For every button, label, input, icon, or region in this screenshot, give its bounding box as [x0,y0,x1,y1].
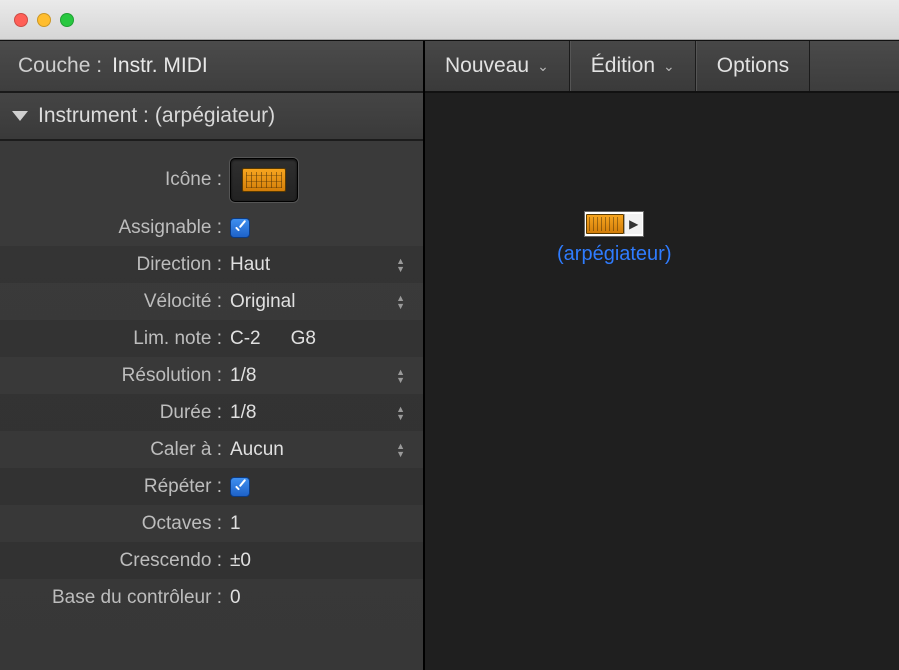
stepper-icon[interactable] [396,258,405,272]
velocity-value: Original [230,291,295,313]
inspector-header[interactable]: Couche : Instr. MIDI [0,41,423,93]
crescendo-field[interactable]: ±0 [230,550,413,572]
param-row-ctrl-base: Base du contrôleur : 0 [0,579,423,616]
environment-canvas[interactable]: ▶ (arpégiateur) [425,93,899,670]
crescendo-value: ±0 [230,550,251,572]
param-row-crescendo: Crescendo : ±0 [0,542,423,579]
arpeggiator-object[interactable]: ▶ (arpégiateur) [557,211,672,266]
ctrl-base-value: 0 [230,587,241,609]
layer-value: Instr. MIDI [112,54,208,78]
param-label-repeat: Répéter : [0,476,230,498]
icon-picker[interactable] [230,158,298,202]
titlebar [0,0,899,40]
param-label-ctrl-base: Base du contrôleur : [0,587,230,609]
inspector-panel: Couche : Instr. MIDI Instrument : (arpég… [0,41,425,670]
snap-value: Aucun [230,439,284,461]
window: Couche : Instr. MIDI Instrument : (arpég… [0,0,899,670]
window-close-button[interactable] [14,13,28,27]
param-label-velocity: Vélocité : [0,291,230,313]
stepper-icon[interactable] [396,369,405,383]
chevron-down-icon: ⌄ [537,58,549,75]
inspector-section-instrument[interactable]: Instrument : (arpégiateur) [0,93,423,141]
lim-note-fields[interactable]: C-2 G8 [230,328,413,350]
octaves-field[interactable]: 1 [230,513,413,535]
keyboard-icon [586,214,624,234]
duration-select[interactable]: 1/8 [230,402,413,424]
layer-label: Couche : [18,54,102,78]
inspector-params: Icône : Assignable : Direction : Haut [0,141,423,670]
content: Couche : Instr. MIDI Instrument : (arpég… [0,40,899,670]
stepper-icon[interactable] [396,406,405,420]
toolbar-options-menu[interactable]: Options [696,41,810,91]
param-label-crescendo: Crescendo : [0,550,230,572]
param-row-repeat: Répéter : [0,468,423,505]
param-label-lim-note: Lim. note : [0,328,230,350]
canvas-panel: Nouveau ⌄ Édition ⌄ Options ▶ (arp [425,41,899,670]
param-label-octaves: Octaves : [0,513,230,535]
octaves-value: 1 [230,513,241,535]
velocity-select[interactable]: Original [230,291,413,313]
param-row-direction: Direction : Haut [0,246,423,283]
param-value-icon [230,151,413,209]
lim-note-high[interactable]: G8 [291,328,316,350]
resolution-select[interactable]: 1/8 [230,365,413,387]
window-zoom-button[interactable] [60,13,74,27]
param-row-lim-note: Lim. note : C-2 G8 [0,320,423,357]
arpeggiator-object-label[interactable]: (arpégiateur) [557,243,672,266]
toolbar-new-menu[interactable]: Nouveau ⌄ [425,41,570,91]
param-row-duration: Durée : 1/8 [0,394,423,431]
param-row-resolution: Résolution : 1/8 [0,357,423,394]
param-row-velocity: Vélocité : Original [0,283,423,320]
toolbar-options-label: Options [717,54,789,78]
stepper-icon[interactable] [396,443,405,457]
repeat-checkbox[interactable] [230,477,250,497]
toolbar-new-label: Nouveau [445,54,529,78]
param-label-assignable: Assignable : [0,217,230,239]
direction-select[interactable]: Haut [230,254,413,276]
window-minimize-button[interactable] [37,13,51,27]
chevron-down-icon: ⌄ [663,58,675,75]
disclosure-triangle-icon[interactable] [12,111,28,121]
duration-value: 1/8 [230,402,256,424]
ctrl-base-field[interactable]: 0 [230,587,413,609]
toolbar-edit-menu[interactable]: Édition ⌄ [570,41,696,91]
param-label-snap: Caler à : [0,439,230,461]
snap-select[interactable]: Aucun [230,439,413,461]
toolbar: Nouveau ⌄ Édition ⌄ Options [425,41,899,93]
param-row-snap: Caler à : Aucun [0,431,423,468]
direction-value: Haut [230,254,270,276]
stepper-icon[interactable] [396,295,405,309]
assignable-checkbox[interactable] [230,218,250,238]
param-label-duration: Durée : [0,402,230,424]
param-label-resolution: Résolution : [0,365,230,387]
instrument-label: Instrument : [38,104,149,128]
param-label-icon: Icône : [0,169,230,191]
param-row-icon: Icône : [0,151,423,209]
lim-note-low[interactable]: C-2 [230,328,261,350]
arpeggiator-object-icon[interactable]: ▶ [584,211,644,237]
instrument-value: (arpégiateur) [155,104,275,128]
param-row-assignable: Assignable : [0,209,423,246]
resolution-value: 1/8 [230,365,256,387]
param-row-octaves: Octaves : 1 [0,505,423,542]
toolbar-edit-label: Édition [591,54,655,78]
param-label-direction: Direction : [0,254,230,276]
output-port-icon[interactable]: ▶ [624,214,642,234]
keyboard-icon [242,168,286,192]
